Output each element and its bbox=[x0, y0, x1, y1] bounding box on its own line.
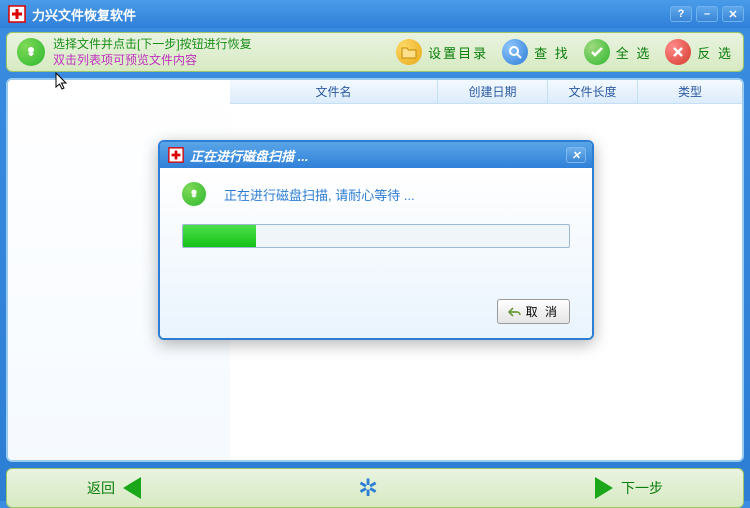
dialog-close-button[interactable]: ✕ bbox=[566, 147, 586, 163]
dialog-app-icon bbox=[168, 147, 184, 163]
toolbar: 选择文件并点击[下一步]按钮进行恢复 双击列表项可预览文件内容 设置目录 查 找… bbox=[6, 32, 744, 72]
list-header: 文件名 创建日期 文件长度 类型 bbox=[230, 80, 742, 104]
invert-selection-label: 反 选 bbox=[697, 43, 733, 62]
search-button[interactable]: 查 找 bbox=[502, 39, 570, 65]
cancel-label: 取 消 bbox=[526, 303, 559, 320]
scan-dialog: 正在进行磁盘扫描 ... ✕ 正在进行磁盘扫描, 请耐心等待 ... 取 消 bbox=[158, 140, 594, 340]
select-all-button[interactable]: 全 选 bbox=[584, 39, 652, 65]
back-button[interactable]: 返回 bbox=[87, 477, 141, 499]
progress-bar bbox=[182, 224, 570, 248]
dialog-hint-icon bbox=[182, 182, 206, 206]
hint-text: 选择文件并点击[下一步]按钮进行恢复 双击列表项可预览文件内容 bbox=[53, 36, 252, 68]
search-label: 查 找 bbox=[534, 43, 570, 62]
close-button[interactable]: ✕ bbox=[722, 6, 744, 22]
footer: 返回 ✲ 下一步 bbox=[6, 468, 744, 508]
check-icon bbox=[584, 39, 610, 65]
col-size[interactable]: 文件长度 bbox=[548, 80, 638, 103]
dialog-body: 正在进行磁盘扫描, 请耐心等待 ... 取 消 bbox=[160, 168, 592, 338]
col-type[interactable]: 类型 bbox=[638, 80, 742, 103]
hint-line-1: 选择文件并点击[下一步]按钮进行恢复 bbox=[53, 36, 252, 52]
set-directory-button[interactable]: 设置目录 bbox=[396, 39, 488, 65]
folder-icon bbox=[396, 39, 422, 65]
cancel-button[interactable]: 取 消 bbox=[497, 299, 570, 324]
progress-fill bbox=[183, 225, 256, 247]
next-button[interactable]: 下一步 bbox=[595, 477, 663, 499]
select-all-label: 全 选 bbox=[616, 43, 652, 62]
title-bar: 力兴文件恢复软件 ? – ✕ bbox=[0, 0, 750, 28]
hint-line-2: 双击列表项可预览文件内容 bbox=[53, 52, 252, 68]
app-icon bbox=[8, 5, 26, 23]
next-label: 下一步 bbox=[621, 478, 663, 498]
set-directory-label: 设置目录 bbox=[428, 43, 488, 62]
col-filename[interactable]: 文件名 bbox=[230, 80, 438, 103]
dialog-message: 正在进行磁盘扫描, 请耐心等待 ... bbox=[224, 185, 415, 204]
undo-icon bbox=[508, 306, 522, 318]
help-button[interactable]: ? bbox=[670, 6, 692, 22]
cross-icon bbox=[665, 39, 691, 65]
search-icon bbox=[502, 39, 528, 65]
arrow-left-icon bbox=[123, 477, 141, 499]
arrow-right-icon bbox=[595, 477, 613, 499]
app-title: 力兴文件恢复软件 bbox=[32, 5, 670, 24]
invert-selection-button[interactable]: 反 选 bbox=[665, 39, 733, 65]
minimize-button[interactable]: – bbox=[696, 6, 718, 22]
dialog-titlebar: 正在进行磁盘扫描 ... ✕ bbox=[160, 142, 592, 168]
col-date[interactable]: 创建日期 bbox=[438, 80, 548, 103]
back-label: 返回 bbox=[87, 478, 115, 498]
hint-icon bbox=[17, 38, 45, 66]
dialog-title: 正在进行磁盘扫描 ... bbox=[190, 146, 308, 165]
gear-icon[interactable]: ✲ bbox=[358, 474, 378, 503]
